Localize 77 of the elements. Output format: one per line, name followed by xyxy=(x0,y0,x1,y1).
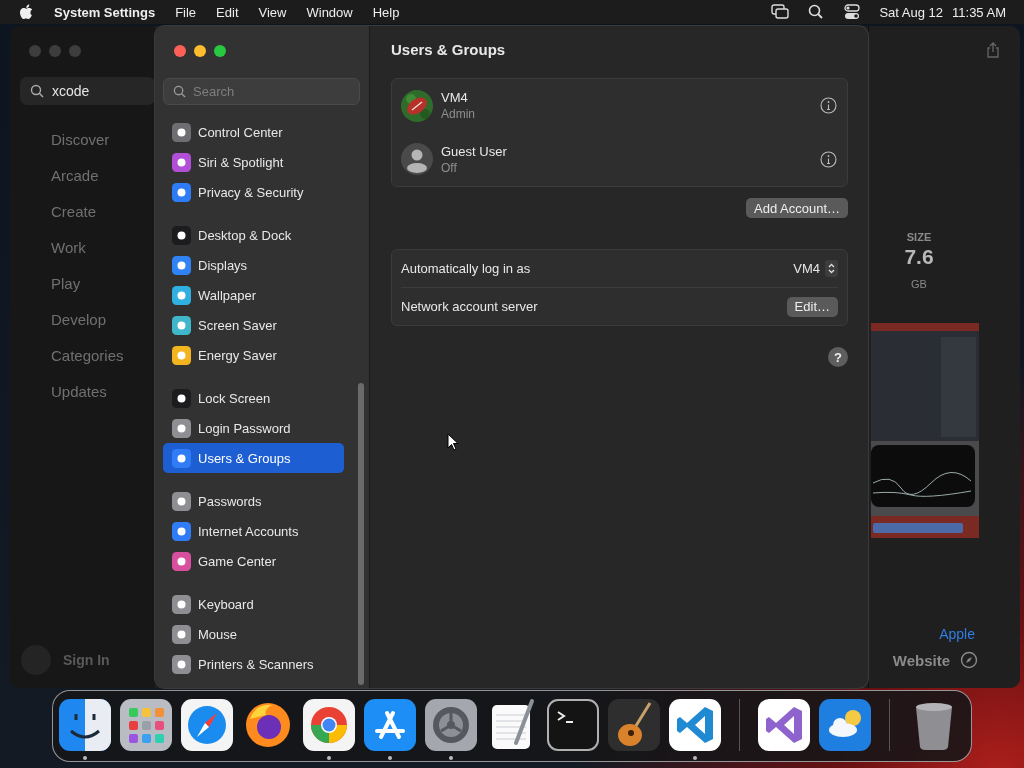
user-name: Guest User xyxy=(441,143,508,159)
menu-item[interactable]: Edit xyxy=(206,4,249,20)
nav-item[interactable]: Create xyxy=(10,194,155,230)
sidebar-item[interactable]: Desktop & Dock xyxy=(163,220,344,250)
cloud-sun-icon[interactable] xyxy=(819,699,871,751)
add-account-button[interactable]: Add Account… xyxy=(746,198,848,218)
stepper-icon xyxy=(825,260,838,277)
sidebar-item[interactable]: Energy Saver xyxy=(163,340,344,370)
search-field[interactable]: Search xyxy=(163,78,360,105)
info-icon[interactable] xyxy=(820,97,837,115)
sidebar-item[interactable]: Users & Groups xyxy=(163,443,344,473)
pointer-icon xyxy=(447,433,459,451)
split-face-icon[interactable] xyxy=(59,699,111,751)
user-name: VM4 xyxy=(441,90,469,106)
sidebar-item[interactable]: Displays xyxy=(163,250,344,280)
nav-item[interactable]: Arcade xyxy=(10,158,155,194)
option-label: Network account server xyxy=(401,299,538,314)
window-close-button[interactable] xyxy=(174,45,186,57)
search-field[interactable]: xcode xyxy=(20,77,155,105)
website-link[interactable]: Website xyxy=(892,651,950,669)
screen-mirroring-icon[interactable] xyxy=(771,4,790,20)
nav-item[interactable]: Discover xyxy=(10,122,155,158)
sidebar-item[interactable]: Control Center xyxy=(163,117,344,147)
nav-item[interactable]: Develop xyxy=(10,302,155,338)
nav-item[interactable]: Play xyxy=(10,266,155,302)
sidebar-item[interactable]: Mouse xyxy=(163,619,344,649)
window-zoom-button[interactable] xyxy=(214,45,226,57)
size-label: SIZE xyxy=(906,231,932,245)
sidebar-item[interactable]: Wallpaper xyxy=(163,280,344,310)
app-grid-icon[interactable] xyxy=(120,699,172,751)
ribbon-icon[interactable] xyxy=(758,699,810,751)
size-unit: GB xyxy=(911,278,927,290)
app-menu[interactable]: System Settings xyxy=(47,4,166,20)
size-value: 7.6 xyxy=(904,245,934,270)
nav-item[interactable]: Categories xyxy=(10,338,155,374)
menu-item[interactable]: View xyxy=(248,4,297,20)
menu-date[interactable]: Sat Aug 12 xyxy=(879,4,944,20)
sidebar-item[interactable]: Printers & Scanners xyxy=(163,649,344,679)
sidebar-item[interactable]: Game Center xyxy=(163,546,344,576)
guitar-icon[interactable] xyxy=(608,699,660,751)
sidebar-item[interactable]: Internet Accounts xyxy=(163,516,344,546)
developer-link[interactable]: Apple xyxy=(939,626,975,642)
tricolor-ring-icon[interactable] xyxy=(303,699,355,751)
gear-icon[interactable] xyxy=(425,699,477,751)
option-label: Automatically log in as xyxy=(401,261,531,276)
sidebar-item[interactable]: Keyboard xyxy=(163,589,344,619)
menu-item[interactable]: File xyxy=(165,4,207,20)
person-icon xyxy=(401,143,433,176)
user-role: Off xyxy=(441,160,458,175)
compass-icon[interactable] xyxy=(181,699,233,751)
pane-title: Users & Groups xyxy=(391,40,507,60)
terminal-icon[interactable] xyxy=(547,699,599,751)
sidebar-item[interactable]: Lock Screen xyxy=(163,383,344,413)
sidebar-item[interactable]: Siri & Spotlight xyxy=(163,147,344,177)
nav-item[interactable]: Work xyxy=(10,230,155,266)
help-button[interactable]: ? xyxy=(828,347,848,367)
apple-icon[interactable] xyxy=(19,4,33,20)
sidebar-item[interactable]: Passwords xyxy=(163,486,344,516)
menu-item[interactable]: Help xyxy=(362,4,410,20)
crossed-lines-icon[interactable] xyxy=(364,699,416,751)
user-popup[interactable]: VM4 xyxy=(793,260,838,277)
ribbon-icon[interactable] xyxy=(669,699,721,751)
search-icon xyxy=(30,84,44,98)
window-minimize-button[interactable] xyxy=(194,45,206,57)
menu-time[interactable]: 11:35 AM xyxy=(952,4,1006,20)
sidebar-item[interactable]: Privacy & Security xyxy=(163,177,344,207)
share-icon[interactable] xyxy=(986,42,1000,58)
info-icon[interactable] xyxy=(820,150,837,168)
user-role: Admin xyxy=(441,107,476,122)
sidebar-item[interactable]: Login Password xyxy=(163,413,344,443)
sidebar-item[interactable]: Screen Saver xyxy=(163,310,344,340)
menu-item[interactable]: Window xyxy=(296,4,363,20)
scroll-thumb[interactable] xyxy=(358,383,364,685)
control-center-icon[interactable] xyxy=(843,4,862,20)
edit-button[interactable]: Edit… xyxy=(786,296,838,317)
nav-item[interactable]: Updates xyxy=(10,374,155,410)
search-icon xyxy=(173,85,186,98)
